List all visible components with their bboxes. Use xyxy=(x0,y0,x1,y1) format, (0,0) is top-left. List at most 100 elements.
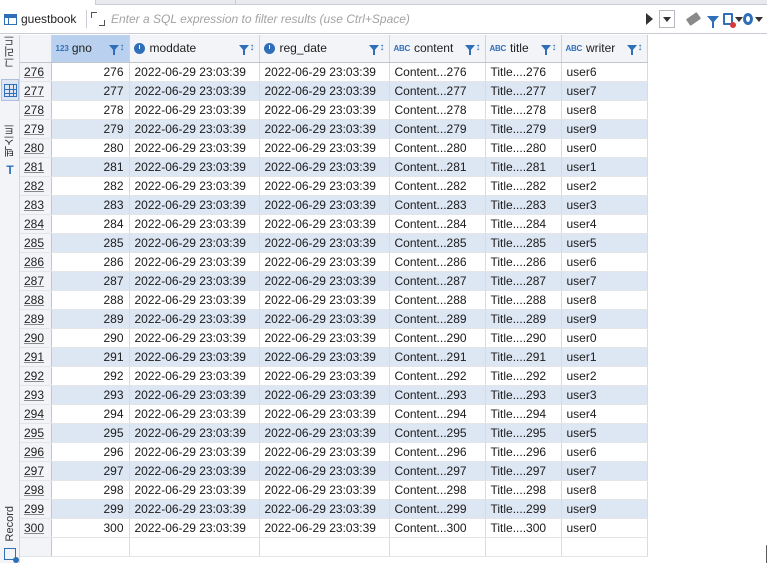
row-number-cell[interactable]: 287 xyxy=(20,271,52,291)
cell-moddate[interactable]: 2022-06-29 23:03:39 xyxy=(129,157,260,177)
table-row[interactable]: 286 286 2022-06-29 23:03:39 2022-06-29 23:0… xyxy=(20,252,648,272)
filter-input[interactable] xyxy=(111,9,601,29)
cell-moddate[interactable]: 2022-06-29 23:03:39 xyxy=(129,328,260,348)
cell-writer[interactable]: user8 xyxy=(561,100,648,120)
cell-writer[interactable]: user3 xyxy=(561,385,648,405)
cell-writer[interactable]: user4 xyxy=(561,404,648,424)
table-row[interactable]: 297 297 2022-06-29 23:03:39 2022-06-29 23:0… xyxy=(20,461,648,481)
record-view-tab[interactable]: Record xyxy=(1,503,19,545)
table-row[interactable]: 290 290 2022-06-29 23:03:39 2022-06-29 23:0… xyxy=(20,328,648,348)
cell-content[interactable]: Content...292 xyxy=(389,366,486,386)
cell-reg-date[interactable]: 2022-06-29 23:03:39 xyxy=(259,385,390,405)
cell-writer[interactable]: user6 xyxy=(561,252,648,272)
cell-writer[interactable]: user8 xyxy=(561,290,648,310)
cell-content[interactable]: Content...295 xyxy=(389,423,486,443)
cell-title[interactable]: Title....284 xyxy=(485,214,562,234)
cell-gno[interactable]: 297 xyxy=(51,461,130,481)
cell-moddate[interactable]: 2022-06-29 23:03:39 xyxy=(129,499,260,519)
cell-writer[interactable]: user4 xyxy=(561,214,648,234)
cell-content[interactable]: Content...286 xyxy=(389,252,486,272)
cell-moddate[interactable]: 2022-06-29 23:03:39 xyxy=(129,518,260,538)
column-filter-sort[interactable]: ↕ xyxy=(108,43,125,56)
row-number-cell[interactable]: 283 xyxy=(20,195,52,215)
table-row[interactable]: 278 278 2022-06-29 23:03:39 2022-06-29 23:0… xyxy=(20,100,648,120)
grid-view-tab[interactable]: 그리드 xyxy=(1,35,19,68)
cell-reg-date[interactable]: 2022-06-29 23:03:39 xyxy=(259,518,390,538)
cell-reg-date[interactable]: 2022-06-29 23:03:39 xyxy=(259,366,390,386)
cell-moddate[interactable]: 2022-06-29 23:03:39 xyxy=(129,62,260,82)
cell-reg-date[interactable]: 2022-06-29 23:03:39 xyxy=(259,119,390,139)
filter-history-dropdown[interactable] xyxy=(659,10,675,28)
cell-writer[interactable]: user9 xyxy=(561,499,648,519)
cell-moddate[interactable]: 2022-06-29 23:03:39 xyxy=(129,385,260,405)
table-row[interactable]: 279 279 2022-06-29 23:03:39 2022-06-29 23:0… xyxy=(20,119,648,139)
cell-title[interactable]: Title....300 xyxy=(485,518,562,538)
cell-moddate[interactable]: 2022-06-29 23:03:39 xyxy=(129,309,260,329)
cell-reg-date[interactable]: 2022-06-29 23:03:39 xyxy=(259,347,390,367)
cell-gno[interactable]: 290 xyxy=(51,328,130,348)
cell-writer[interactable]: user1 xyxy=(561,157,648,177)
cell-gno[interactable]: 299 xyxy=(51,499,130,519)
row-number-cell[interactable]: 280 xyxy=(20,138,52,158)
text-view-tab[interactable]: 텍스트 xyxy=(1,119,19,161)
row-number-cell[interactable]: 289 xyxy=(20,309,52,329)
cell-gno[interactable]: 277 xyxy=(51,81,130,101)
table-row[interactable]: 296 296 2022-06-29 23:03:39 2022-06-29 23:0… xyxy=(20,442,648,462)
cell-content[interactable]: Content...298 xyxy=(389,480,486,500)
table-row[interactable]: 294 294 2022-06-29 23:03:39 2022-06-29 23:0… xyxy=(20,404,648,424)
column-header-moddate[interactable]: moddate ↕ xyxy=(129,35,260,63)
cell-gno[interactable]: 296 xyxy=(51,442,130,462)
cell-gno[interactable]: 287 xyxy=(51,271,130,291)
cell-moddate[interactable]: 2022-06-29 23:03:39 xyxy=(129,442,260,462)
table-row[interactable]: 280 280 2022-06-29 23:03:39 2022-06-29 23:0… xyxy=(20,138,648,158)
row-number-cell[interactable]: 281 xyxy=(20,157,52,177)
row-number-cell[interactable]: 290 xyxy=(20,328,52,348)
cell-title[interactable]: Title....290 xyxy=(485,328,562,348)
cell-moddate[interactable]: 2022-06-29 23:03:39 xyxy=(129,347,260,367)
cell-content[interactable]: Content...297 xyxy=(389,461,486,481)
cell-moddate[interactable]: 2022-06-29 23:03:39 xyxy=(129,195,260,215)
row-number-cell[interactable]: 298 xyxy=(20,480,52,500)
cell-gno[interactable]: 278 xyxy=(51,100,130,120)
table-row[interactable]: 276 276 2022-06-29 23:03:39 2022-06-29 23:0… xyxy=(20,62,648,82)
cell-moddate[interactable]: 2022-06-29 23:03:39 xyxy=(129,81,260,101)
cell-writer[interactable]: user6 xyxy=(561,442,648,462)
cell-content[interactable]: Content...280 xyxy=(389,138,486,158)
row-number-cell[interactable]: 282 xyxy=(20,176,52,196)
cell-reg-date[interactable]: 2022-06-29 23:03:39 xyxy=(259,309,390,329)
table-row[interactable]: 287 287 2022-06-29 23:03:39 2022-06-29 23:0… xyxy=(20,271,648,291)
cell-title[interactable]: Title....291 xyxy=(485,347,562,367)
table-row[interactable]: 291 291 2022-06-29 23:03:39 2022-06-29 23:0… xyxy=(20,347,648,367)
table-row[interactable]: 284 284 2022-06-29 23:03:39 2022-06-29 23:0… xyxy=(20,214,648,234)
cell-title[interactable]: Title....294 xyxy=(485,404,562,424)
cell-content[interactable]: Content...296 xyxy=(389,442,486,462)
cell-content[interactable]: Content...282 xyxy=(389,176,486,196)
cell-title[interactable]: Title....280 xyxy=(485,138,562,158)
cell-moddate[interactable]: 2022-06-29 23:03:39 xyxy=(129,271,260,291)
cell-writer[interactable]: user3 xyxy=(561,195,648,215)
column-header-content[interactable]: ABC content ↕ xyxy=(389,35,486,63)
table-row[interactable]: 300 300 2022-06-29 23:03:39 2022-06-29 23:0… xyxy=(20,518,648,538)
cell-title[interactable]: Title....279 xyxy=(485,119,562,139)
column-filter-sort[interactable]: ↕ xyxy=(238,43,255,56)
cell-content[interactable]: Content...300 xyxy=(389,518,486,538)
cell-content[interactable]: Content...283 xyxy=(389,195,486,215)
cell-moddate[interactable]: 2022-06-29 23:03:39 xyxy=(129,480,260,500)
cell-gno[interactable]: 286 xyxy=(51,252,130,272)
cell-gno[interactable]: 280 xyxy=(51,138,130,158)
cell-writer[interactable]: user2 xyxy=(561,366,648,386)
cell-title[interactable]: Title....297 xyxy=(485,461,562,481)
table-row[interactable]: 283 283 2022-06-29 23:03:39 2022-06-29 23:0… xyxy=(20,195,648,215)
cell-gno[interactable]: 284 xyxy=(51,214,130,234)
cell-content[interactable]: Content...284 xyxy=(389,214,486,234)
cell-writer[interactable]: user9 xyxy=(561,309,648,329)
row-number-cell[interactable]: 300 xyxy=(20,518,52,538)
row-number-cell[interactable]: 286 xyxy=(20,252,52,272)
cell-content[interactable]: Content...293 xyxy=(389,385,486,405)
cell-title[interactable]: Title....287 xyxy=(485,271,562,291)
cell-reg-date[interactable]: 2022-06-29 23:03:39 xyxy=(259,138,390,158)
cell-reg-date[interactable]: 2022-06-29 23:03:39 xyxy=(259,328,390,348)
cell-title[interactable]: Title....281 xyxy=(485,157,562,177)
cell-writer[interactable]: user7 xyxy=(561,271,648,291)
cell-title[interactable]: Title....278 xyxy=(485,100,562,120)
